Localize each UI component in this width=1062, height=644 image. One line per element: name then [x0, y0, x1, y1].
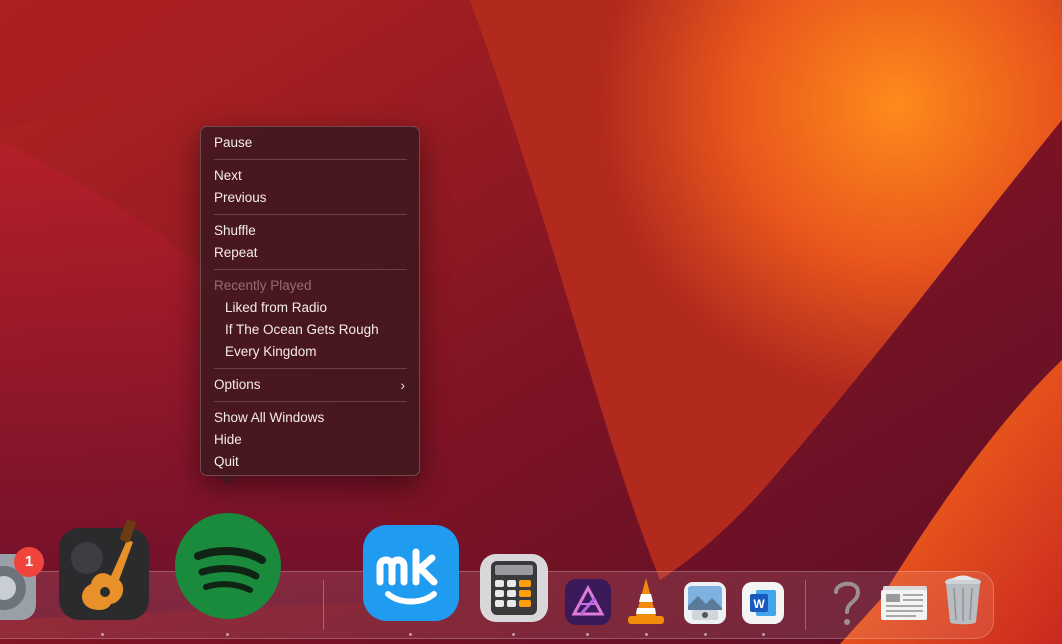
app-running-dot: [704, 633, 707, 636]
traffic-cone-icon[interactable]: [622, 576, 670, 628]
dock-divider: [323, 580, 324, 630]
app-running-dot: [645, 633, 648, 636]
dock-divider: [805, 580, 806, 630]
app-running-dot: [512, 633, 515, 636]
menu-item-previous[interactable]: Previous: [214, 188, 407, 208]
menu-separator: [214, 401, 407, 402]
menu-item-next[interactable]: Next: [214, 166, 407, 186]
menu-separator: [214, 368, 407, 369]
app-running-dot: [762, 633, 765, 636]
menu-item-shuffle[interactable]: Shuffle: [214, 221, 407, 241]
menu-item-options[interactable]: Options ›: [214, 375, 407, 395]
question-mark-icon[interactable]: [826, 576, 868, 628]
chevron-right-icon: ›: [400, 377, 405, 393]
word-icon[interactable]: W: [740, 580, 786, 626]
trash-icon[interactable]: [940, 572, 986, 628]
menu-item-pause[interactable]: Pause: [214, 133, 407, 153]
menu-item-quit[interactable]: Quit: [214, 452, 407, 472]
desktop-wallpaper: [0, 0, 1062, 644]
spotify-icon[interactable]: [174, 512, 282, 620]
menu-item-hide[interactable]: Hide: [214, 430, 407, 450]
mk-logo-icon[interactable]: [362, 524, 460, 622]
menu-item-recent-liked-from-radio[interactable]: Liked from Radio: [225, 298, 407, 318]
app-running-dot: [409, 633, 412, 636]
documents-stack-icon[interactable]: [880, 582, 930, 622]
menu-item-recent-if-the-ocean-gets-rough[interactable]: If The Ocean Gets Rough: [225, 320, 407, 340]
app-running-dot: [101, 633, 104, 636]
menu-pointer-arrow: [219, 476, 237, 486]
menu-item-recent-every-kingdom[interactable]: Every Kingdom: [225, 342, 407, 362]
spotify-dock-context-menu: Pause Next Previous Shuffle Repeat Recen…: [200, 126, 420, 476]
notification-badge: 1: [14, 547, 44, 577]
app-running-dot: [226, 633, 229, 636]
affinity-photo-icon[interactable]: [564, 578, 612, 626]
menu-separator: [214, 269, 407, 270]
menu-separator: [214, 159, 407, 160]
app-running-dot: [586, 633, 589, 636]
menu-item-repeat[interactable]: Repeat: [214, 243, 407, 263]
svg-text:W: W: [753, 597, 765, 611]
menu-item-options-label: Options: [214, 377, 261, 392]
preview-photos-icon[interactable]: [682, 580, 728, 626]
calculator-icon[interactable]: [479, 553, 549, 623]
menu-separator: [214, 214, 407, 215]
guitar-icon[interactable]: [57, 518, 153, 622]
menu-header-recently-played: Recently Played: [214, 278, 312, 293]
menu-item-show-all-windows[interactable]: Show All Windows: [214, 408, 407, 428]
